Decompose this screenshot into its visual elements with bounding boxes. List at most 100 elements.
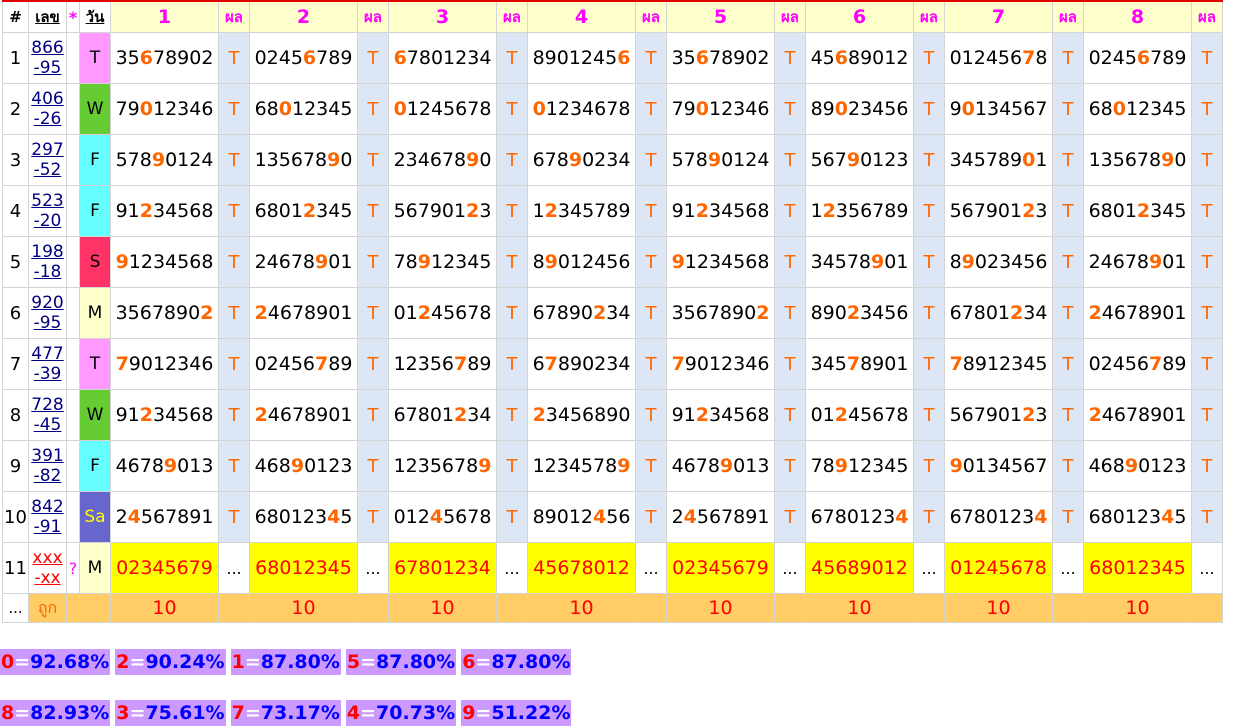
- digit-set-suffix: 01: [328, 251, 353, 273]
- summary-index: 11: [2, 542, 29, 594]
- row-number-bottom[interactable]: -39: [30, 364, 66, 384]
- header-day[interactable]: วัน: [79, 0, 111, 33]
- row-number-bottom[interactable]: -18: [30, 262, 66, 282]
- row-number-bottom[interactable]: -95: [30, 58, 66, 78]
- digit-stats-row-1: 0=92.68% 2=90.24% 1=87.80% 5=87.80% 6=87.80%: [0, 649, 576, 675]
- row-number[interactable]: 391 -82: [28, 440, 67, 492]
- row-number-bottom[interactable]: -82: [30, 466, 66, 486]
- result-cell: T: [496, 185, 528, 237]
- digit-set-suffix: 345789: [557, 200, 631, 222]
- digit-set-highlight: 7: [1022, 47, 1036, 69]
- row-star-cell: [66, 287, 80, 339]
- summary-number-top[interactable]: xxx: [30, 548, 66, 568]
- row-number-bottom[interactable]: -20: [30, 211, 66, 231]
- summary-day: M: [79, 542, 111, 594]
- row-number[interactable]: 523 -20: [28, 185, 67, 237]
- row-number-bottom[interactable]: -52: [30, 160, 66, 180]
- row-number-top[interactable]: 920: [30, 293, 66, 313]
- row-number-top[interactable]: 866: [30, 38, 66, 58]
- digit-set-highlight: 7: [544, 353, 558, 375]
- result-cell: T: [1052, 32, 1084, 84]
- row-number-top[interactable]: 198: [30, 242, 66, 262]
- row-number[interactable]: 842 -91: [28, 491, 67, 543]
- digit-set-prefix: 02456: [1088, 353, 1150, 375]
- row-number-top[interactable]: 391: [30, 446, 66, 466]
- digit-set-prefix: 680123: [1088, 506, 1162, 528]
- digit-set-cell: 91234568: [666, 389, 775, 441]
- digit-set-highlight: 6: [695, 47, 709, 69]
- stat-digit: 9: [462, 702, 476, 724]
- row-day: W: [79, 83, 111, 135]
- result-cell: T: [496, 491, 528, 543]
- table-row: 6 920 -95 M 35678902 T 24678901 T 01245678 T 67890…: [2, 287, 1223, 339]
- summary-number-bottom[interactable]: -xx: [30, 568, 66, 588]
- header-result-3: ผล: [496, 0, 528, 33]
- row-number[interactable]: 866 -95: [28, 32, 67, 84]
- result-cell: T: [635, 338, 667, 390]
- digit-set-highlight: 9: [671, 251, 685, 273]
- row-number-top[interactable]: 297: [30, 140, 66, 160]
- digit-set-suffix: 34568: [152, 200, 214, 222]
- row-number-bottom[interactable]: -45: [30, 415, 66, 435]
- digit-set-suffix: 3: [1035, 200, 1048, 222]
- digit-set-cell: 89023456: [944, 236, 1053, 288]
- row-number-top[interactable]: 842: [30, 497, 66, 517]
- digit-set-prefix: 8: [949, 251, 962, 273]
- digit-set-cell: 78912345: [944, 338, 1053, 390]
- row-number[interactable]: 728 -45: [28, 389, 67, 441]
- result-cell: T: [1052, 236, 1084, 288]
- summary-number[interactable]: xxx -xx: [28, 542, 67, 594]
- digit-set-suffix: 12345: [430, 251, 492, 273]
- digit-set-suffix: 134567: [974, 98, 1048, 120]
- digit-set-highlight: 6: [834, 47, 848, 69]
- row-number[interactable]: 477 -39: [28, 338, 67, 390]
- row-number-bottom[interactable]: -91: [30, 517, 66, 537]
- row-number[interactable]: 297 -52: [28, 134, 67, 186]
- digit-set-highlight: 0: [278, 98, 292, 120]
- summary-dots: ...: [1052, 542, 1084, 594]
- digit-set-suffix: 9012346: [684, 353, 770, 375]
- header-number[interactable]: เลข: [28, 0, 67, 33]
- digit-set-prefix: 24678: [1088, 251, 1150, 273]
- digit-set-suffix: 5: [1174, 506, 1187, 528]
- digit-set-prefix: 1: [810, 200, 823, 222]
- row-number[interactable]: 198 -18: [28, 236, 67, 288]
- count-spacer: [774, 593, 806, 623]
- result-cell: T: [1052, 134, 1084, 186]
- row-number[interactable]: 406 -26: [28, 83, 67, 135]
- digit-set-suffix: 34: [1023, 302, 1048, 324]
- row-number-bottom[interactable]: -26: [30, 109, 66, 129]
- digit-set-cell: 02456789: [1083, 338, 1192, 390]
- digit-set-highlight: 2: [1022, 404, 1036, 426]
- digit-set-cell: 01245678: [388, 491, 497, 543]
- count-spacer: [635, 593, 667, 623]
- result-cell: T: [1052, 185, 1084, 237]
- digit-set-highlight: 2: [254, 404, 268, 426]
- result-cell: T: [496, 389, 528, 441]
- header-result-1: ผล: [218, 0, 250, 33]
- header-index: #: [2, 0, 29, 33]
- result-cell: T: [913, 185, 945, 237]
- digit-set-suffix: 34: [606, 302, 631, 324]
- stat-digit: 0: [1, 651, 15, 673]
- digit-set-cell: 24678901: [249, 236, 358, 288]
- header-row: # เลข * วัน 1 ผล 2 ผล 3 ผล 4 ผล 5 ผล 6 ผ…: [2, 0, 1223, 33]
- digit-set-highlight: 4: [327, 506, 341, 528]
- digit-set-cell: 79012346: [110, 83, 219, 135]
- row-number-top[interactable]: 728: [30, 395, 66, 415]
- digit-set-suffix: 4678901: [1101, 404, 1187, 426]
- result-cell: T: [1052, 338, 1084, 390]
- stat-equals: =: [244, 651, 261, 673]
- row-number[interactable]: 920 -95: [28, 287, 67, 339]
- row-number-bottom[interactable]: -95: [30, 313, 66, 333]
- digit-set-suffix: 1234678: [545, 98, 631, 120]
- row-number-top[interactable]: 523: [30, 191, 66, 211]
- row-number-top[interactable]: 477: [30, 344, 66, 364]
- result-cell: T: [1191, 134, 1223, 186]
- digit-set-highlight: 9: [327, 149, 341, 171]
- row-number-top[interactable]: 406: [30, 89, 66, 109]
- result-cell: T: [913, 32, 945, 84]
- digit-set-cell: 67801234: [805, 491, 914, 543]
- result-cell: T: [635, 389, 667, 441]
- digit-set-cell: 56790123: [805, 134, 914, 186]
